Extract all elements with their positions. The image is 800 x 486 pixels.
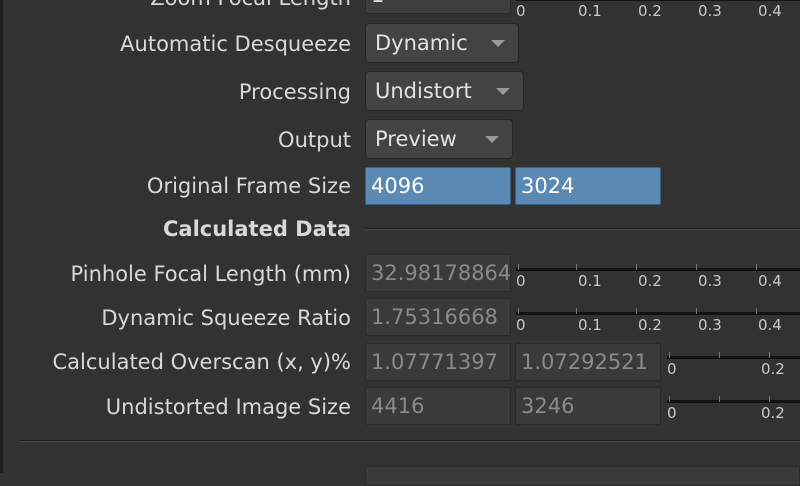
slider-tick: [669, 396, 670, 402]
slider-tick-label: 0.1: [578, 2, 602, 20]
properties-panel: Zoom Focal Length 1 0 0.1 0.2 0.3 0.4 Au…: [0, 0, 800, 486]
undistorted-image-size-label: Undistorted Image Size: [105, 395, 351, 419]
slider-tick: [696, 264, 697, 270]
pinhole-focal-length-slider: 0 0.1 0.2 0.3 0.4: [516, 258, 800, 294]
slider-tick-label: 0.2: [638, 316, 662, 334]
slider-tick: [696, 308, 697, 314]
slider-tick: [636, 264, 637, 270]
overscan-slider: 0 0.2: [667, 346, 800, 382]
zoom-focal-length-slider[interactable]: 0 0.1 0.2 0.3 0.4: [516, 0, 800, 24]
slider-tick-label: 0.3: [698, 272, 722, 290]
processing-dropdown[interactable]: Undistort: [365, 71, 524, 111]
dropdown-value: Dynamic: [375, 31, 468, 55]
slider-tick: [769, 396, 770, 402]
dynamic-squeeze-ratio-slider: 0 0.1 0.2 0.3 0.4: [516, 302, 800, 338]
undistorted-width-field: 4416: [365, 387, 511, 425]
chevron-down-icon: [496, 88, 510, 95]
slider-tick-label: 0.4: [758, 316, 782, 334]
slider-tick: [518, 308, 519, 314]
next-row-field[interactable]: [365, 466, 800, 486]
slider-tick-label: 0.4: [758, 272, 782, 290]
pinhole-focal-length-field: 32.98178864: [365, 254, 511, 292]
overscan-y-field: 1.07292521: [515, 343, 661, 381]
slider-tick-label: 0.4: [758, 2, 782, 20]
undistorted-height-field: 3246: [515, 387, 661, 425]
dynamic-squeeze-ratio-field: 1.75316668: [365, 298, 511, 336]
slider-tick-label: 0.3: [698, 316, 722, 334]
overscan-x-field: 1.07771397: [365, 343, 511, 381]
slider-track: [516, 312, 800, 315]
chevron-down-icon: [491, 40, 505, 47]
slider-tick-label: 0: [516, 272, 526, 290]
dynamic-squeeze-ratio-label: Dynamic Squeeze Ratio: [101, 306, 351, 330]
slider-track: [516, 268, 800, 271]
zoom-focal-length-field[interactable]: 1: [365, 0, 511, 14]
automatic-desqueeze-dropdown[interactable]: Dynamic: [365, 23, 519, 63]
slider-tick-label: 0: [667, 404, 677, 422]
slider-track: [667, 400, 800, 403]
output-dropdown[interactable]: Preview: [365, 119, 513, 159]
slider-tick: [636, 308, 637, 314]
automatic-desqueeze-label: Automatic Desqueeze: [120, 32, 351, 56]
calculated-data-heading: Calculated Data: [163, 217, 351, 241]
slider-track: [667, 356, 800, 359]
slider-tick: [669, 352, 670, 358]
slider-tick-label: 0.3: [698, 2, 722, 20]
panel-left-border: [0, 0, 3, 473]
slider-tick: [756, 264, 757, 270]
slider-tick-label: 0.2: [638, 2, 662, 20]
slider-tick: [719, 352, 720, 358]
undistorted-size-slider: 0 0.2: [667, 390, 800, 426]
bottom-separator: [20, 440, 800, 442]
slider-tick: [756, 308, 757, 314]
original-frame-size-label: Original Frame Size: [146, 174, 351, 198]
slider-tick-label: 0: [516, 2, 526, 20]
slider-tick-label: 0.2: [761, 404, 785, 422]
slider-track: [516, 0, 800, 1]
original-frame-width-field[interactable]: 4096: [365, 167, 511, 205]
original-frame-height-field[interactable]: 3024: [515, 167, 661, 205]
slider-tick-label: 0.2: [638, 272, 662, 290]
slider-tick-label: 0.2: [761, 360, 785, 378]
slider-tick-label: 0.1: [578, 316, 602, 334]
pinhole-focal-length-label: Pinhole Focal Length (mm): [70, 262, 351, 286]
slider-tick: [576, 264, 577, 270]
slider-tick-label: 0.1: [578, 272, 602, 290]
calculated-overscan-label: Calculated Overscan (x, y)%: [52, 350, 351, 374]
slider-tick: [769, 352, 770, 358]
slider-tick: [518, 264, 519, 270]
processing-label: Processing: [238, 80, 351, 104]
dropdown-value: Preview: [375, 127, 457, 151]
slider-tick-label: 0: [516, 316, 526, 334]
output-label: Output: [278, 128, 351, 152]
slider-tick: [719, 396, 720, 402]
dropdown-value: Undistort: [375, 79, 472, 103]
zoom-focal-length-label: Zoom Focal Length: [150, 0, 351, 10]
slider-tick-label: 0: [667, 360, 677, 378]
section-divider: [365, 228, 800, 230]
slider-tick: [576, 308, 577, 314]
chevron-down-icon: [485, 136, 499, 143]
